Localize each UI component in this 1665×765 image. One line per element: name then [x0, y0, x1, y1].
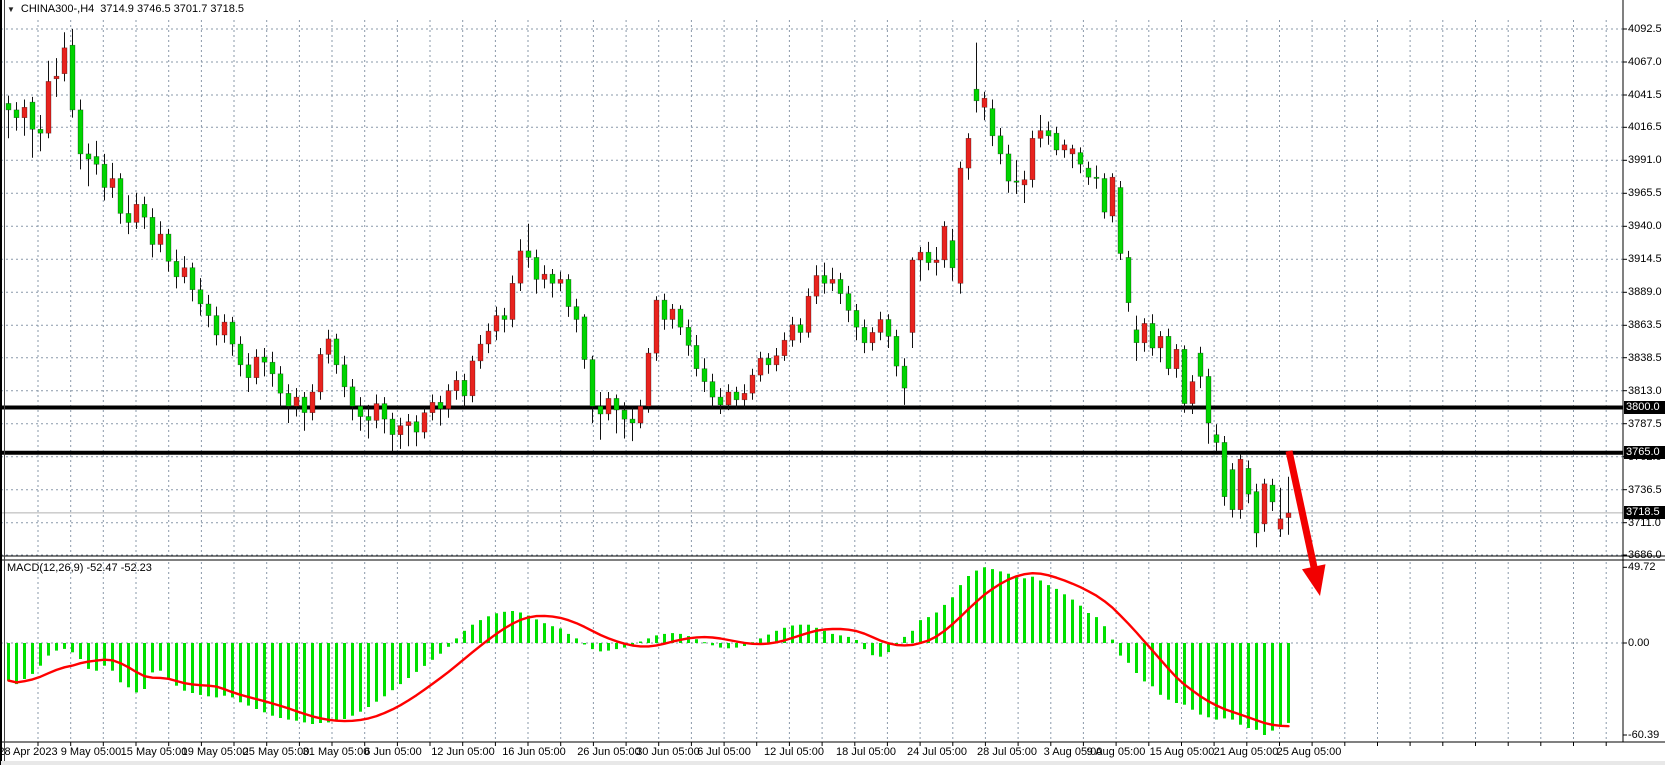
date-label: 12 Jun 05:00: [431, 746, 495, 758]
horizontal-level-lines[interactable]: [1, 408, 1623, 453]
price-tick-label: 3914.5: [1628, 253, 1662, 265]
macd-indicator-label: MACD(12,26,9) -52.47 -52.23: [7, 562, 152, 574]
price-tick-label: 4041.5: [1628, 89, 1662, 101]
date-label: 19 May 05:00: [182, 746, 249, 758]
horizontal-gridlines: [1, 29, 1623, 643]
macd-tick-label: -60.39: [1628, 729, 1659, 741]
price-tick-label: 3813.0: [1628, 385, 1662, 397]
date-label: 31 May 05:00: [303, 746, 370, 758]
panel-frame: [1, 0, 1665, 765]
date-label: 9 Aug 05:00: [1087, 746, 1146, 758]
macd-axis[interactable]: 49.72 0.00 -60.39: [1623, 562, 1665, 742]
price-tick-label: 3965.5: [1628, 187, 1662, 199]
date-label: 15 May 05:00: [121, 746, 188, 758]
macd-histogram: [7, 567, 1290, 735]
vertical-gridlines: [38, 20, 1606, 742]
price-tick-label: 3686.0: [1628, 549, 1662, 561]
date-label: 16 Jun 05:00: [502, 746, 566, 758]
date-label: 15 Aug 05:00: [1150, 746, 1215, 758]
date-label: 12 Jul 05:00: [764, 746, 824, 758]
date-label: 26 Jun 05:00: [577, 746, 641, 758]
price-tick-label: 4016.5: [1628, 121, 1662, 133]
date-label: 25 Aug 05:00: [1277, 746, 1342, 758]
date-label: 18 Jul 05:00: [836, 746, 896, 758]
current-price-badge: 3718.5: [1624, 506, 1665, 519]
trend-arrow-annotation[interactable]: [1289, 451, 1326, 596]
price-tick-label: 4092.5: [1628, 23, 1662, 35]
macd-tick-label: 49.72: [1628, 561, 1656, 573]
date-label: 28 Jul 05:00: [977, 746, 1037, 758]
window-bottom-edge: [1, 761, 1665, 765]
date-label: 9 May 05:00: [61, 746, 122, 758]
price-level-badge: 3800.0: [1624, 401, 1665, 414]
date-label: 30 Jun 05:00: [636, 746, 700, 758]
price-tick-label: 4067.0: [1628, 56, 1662, 68]
price-tick-label: 3889.0: [1628, 286, 1662, 298]
chart-canvas[interactable]: [1, 0, 1665, 765]
date-label: 28 Apr 2023: [0, 746, 58, 758]
date-label: 24 Jul 05:00: [907, 746, 967, 758]
price-tick-label: 3940.0: [1628, 220, 1662, 232]
macd-tick-label: 0.00: [1628, 637, 1649, 649]
price-tick-label: 3736.5: [1628, 484, 1662, 496]
price-tick-label: 3838.5: [1628, 352, 1662, 364]
symbol-titlebar: ▼ CHINA300-,H4 3714.9 3746.5 3701.7 3718.5: [7, 3, 244, 15]
price-tick-label: 3863.5: [1628, 319, 1662, 331]
date-label: 25 May 05:00: [243, 746, 310, 758]
price-tick-label: 3991.0: [1628, 154, 1662, 166]
date-label: 21 Aug 05:00: [1214, 746, 1279, 758]
date-label: 6 Jun 05:00: [364, 746, 422, 758]
symbol-period-label: CHINA300-,H4: [21, 3, 94, 15]
price-axis[interactable]: 4092.5 4067.0 4041.5 4016.5 3991.0 3965.5 3940…: [1623, 0, 1665, 562]
price-level-badge: 3765.0: [1624, 446, 1665, 459]
date-label: 6 Jul 05:00: [697, 746, 751, 758]
price-tick-label: 3787.5: [1628, 418, 1662, 430]
chart-window: ▼ CHINA300-,H4 3714.9 3746.5 3701.7 3718.5…: [0, 0, 1665, 765]
candlestick-series: [6, 29, 1291, 547]
symbol-dropdown-icon[interactable]: ▼: [7, 5, 15, 14]
ohlc-values-label: 3714.9 3746.5 3701.7 3718.5: [100, 3, 244, 15]
